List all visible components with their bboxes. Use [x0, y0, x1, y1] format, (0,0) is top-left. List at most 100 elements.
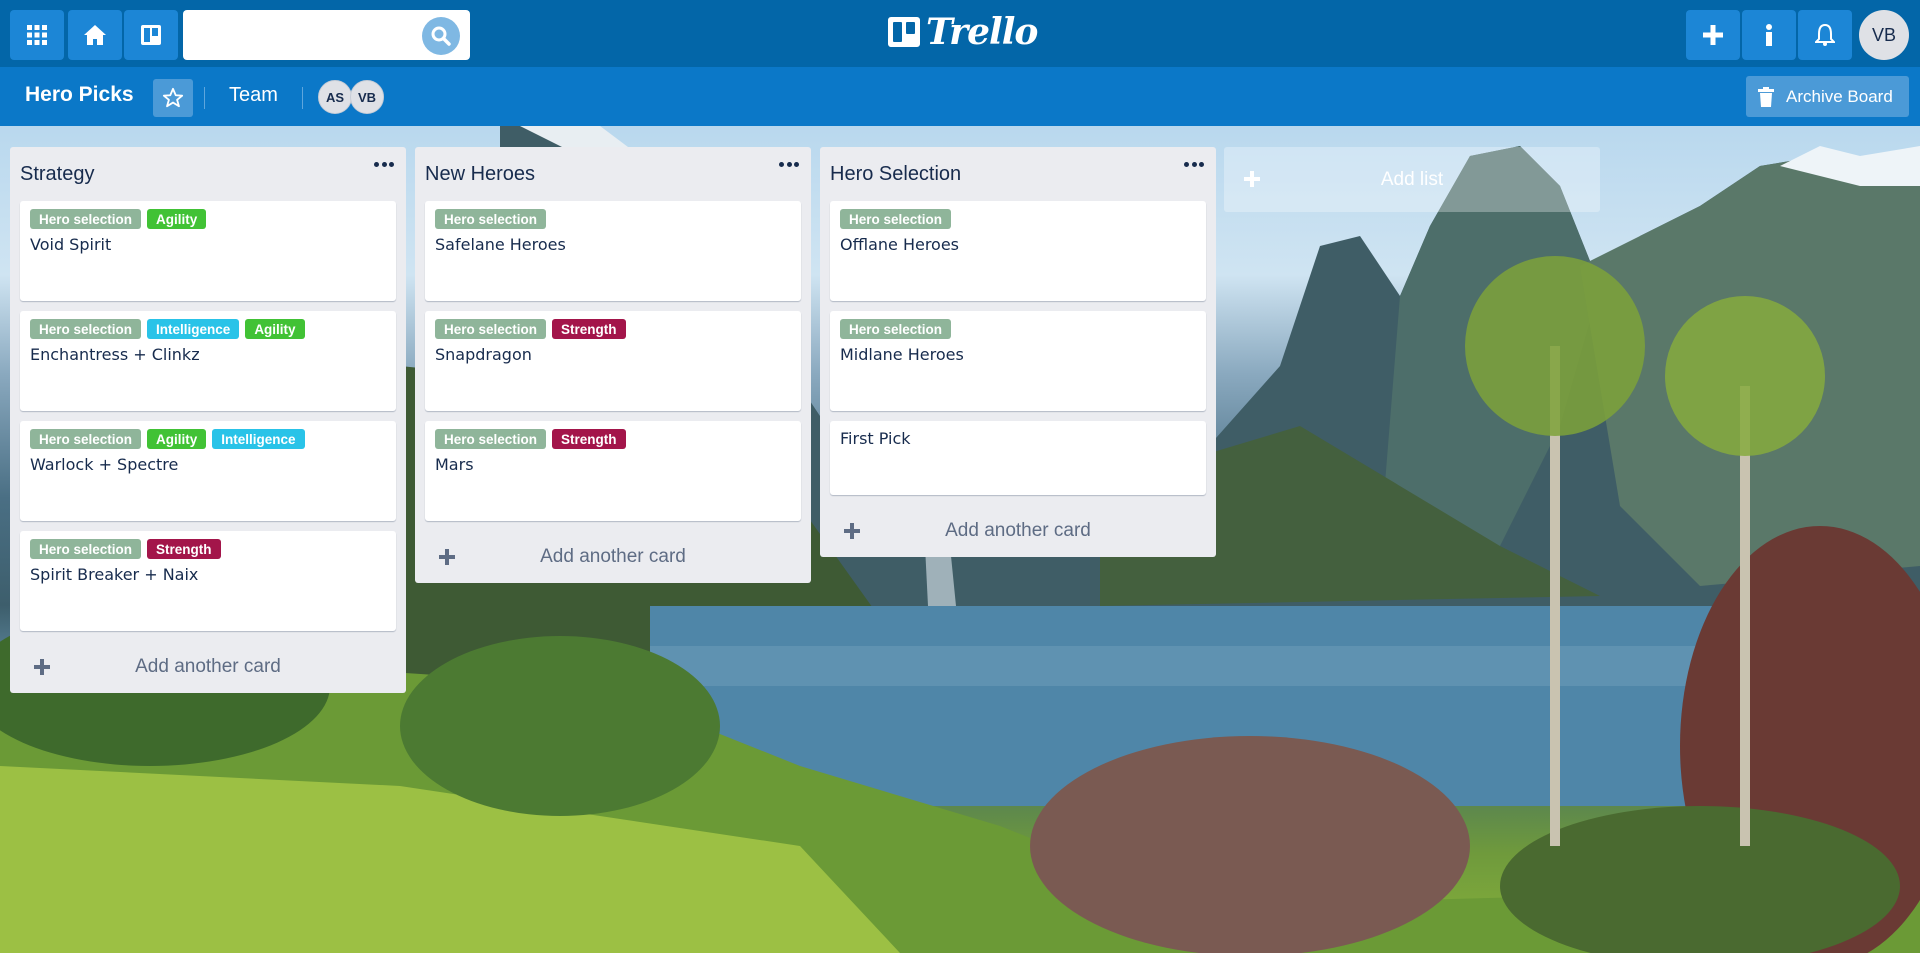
label-hero-selection: Hero selection: [840, 319, 952, 339]
card-title: Enchantress + Clinkz: [30, 345, 200, 364]
trello-logo[interactable]: Trello: [888, 11, 1038, 53]
logo-text: Trello: [926, 11, 1038, 53]
list-title[interactable]: Hero Selection: [830, 163, 961, 186]
trello-logo-icon: [888, 17, 920, 47]
board-title[interactable]: Hero Picks: [25, 83, 134, 107]
card-labels: Hero selection Strength: [435, 319, 791, 339]
card-labels: Hero selection Agility Intelligence: [30, 429, 386, 449]
more-icon[interactable]: [374, 157, 394, 171]
list-header: Strategy: [20, 147, 396, 201]
label-hero-selection: Hero selection: [30, 539, 142, 559]
label-hero-selection: Hero selection: [30, 429, 142, 449]
card[interactable]: Hero selection Strength Mars: [425, 421, 801, 521]
label-strength: Strength: [552, 429, 626, 449]
label-agility: Agility: [147, 429, 207, 449]
label-hero-selection: Hero selection: [30, 319, 142, 339]
card[interactable]: First Pick: [830, 421, 1206, 495]
add-card-label: Add another card: [945, 520, 1091, 541]
label-strength: Strength: [147, 539, 221, 559]
search-button[interactable]: [422, 17, 460, 55]
card-title: First Pick: [840, 429, 911, 448]
label-hero-selection: Hero selection: [435, 319, 547, 339]
card[interactable]: Hero selection Agility Intelligence Warl…: [20, 421, 396, 521]
card-title: Midlane Heroes: [840, 345, 964, 364]
card-title: Warlock + Spectre: [30, 455, 179, 474]
apps-button[interactable]: [10, 10, 64, 60]
card-title: Void Spirit: [30, 235, 112, 254]
card[interactable]: Hero selection Offlane Heroes: [830, 201, 1206, 301]
search-input[interactable]: [191, 18, 411, 52]
add-card-button[interactable]: Add another card: [425, 531, 801, 583]
header-divider: [302, 87, 303, 109]
list-header: New Heroes: [425, 147, 801, 201]
label-hero-selection: Hero selection: [30, 209, 142, 229]
archive-board-button[interactable]: Archive Board: [1746, 76, 1909, 117]
label-hero-selection: Hero selection: [435, 209, 547, 229]
card[interactable]: Hero selection Agility Void Spirit: [20, 201, 396, 301]
add-card-label: Add another card: [135, 656, 281, 677]
label-hero-selection: Hero selection: [435, 429, 547, 449]
card-labels: Hero selection: [840, 319, 1196, 339]
card[interactable]: Hero selection Midlane Heroes: [830, 311, 1206, 411]
boards-button[interactable]: [124, 10, 178, 60]
user-avatar[interactable]: VB: [1859, 10, 1909, 60]
top-nav-bar: Trello VB: [0, 0, 1920, 67]
label-intelligence: Intelligence: [212, 429, 305, 449]
list-strategy: Strategy Hero selection Agility Void Spi…: [10, 147, 406, 693]
card[interactable]: Hero selection Intelligence Agility Ench…: [20, 311, 396, 411]
label-agility: Agility: [245, 319, 305, 339]
plus-icon: [34, 659, 50, 675]
star-icon: [162, 87, 184, 108]
info-button[interactable]: [1742, 10, 1796, 60]
list-new-heroes: New Heroes Hero selection Safelane Heroe…: [415, 147, 811, 583]
boards-icon: [141, 25, 161, 45]
star-board-button[interactable]: [153, 79, 193, 117]
card-title: Snapdragon: [435, 345, 532, 364]
card-title: Safelane Heroes: [435, 235, 566, 254]
grid-icon: [27, 25, 47, 45]
add-card-button[interactable]: Add another card: [20, 641, 396, 693]
notifications-button[interactable]: [1798, 10, 1852, 60]
card-title: Offlane Heroes: [840, 235, 960, 254]
more-icon[interactable]: [1184, 157, 1204, 171]
list-title[interactable]: Strategy: [20, 163, 94, 186]
search-box: [183, 10, 470, 60]
add-list-button[interactable]: Add list: [1224, 147, 1600, 212]
list-header: Hero Selection: [830, 147, 1206, 201]
team-button[interactable]: Team: [229, 84, 278, 107]
label-intelligence: Intelligence: [147, 319, 240, 339]
add-card-label: Add another card: [540, 546, 686, 567]
add-card-button[interactable]: Add another card: [830, 505, 1206, 557]
plus-icon: [1703, 25, 1723, 45]
member-avatar[interactable]: AS: [318, 80, 352, 114]
label-hero-selection: Hero selection: [840, 209, 952, 229]
list-hero-selection: Hero Selection Hero selection Offlane He…: [820, 147, 1216, 557]
label-agility: Agility: [147, 209, 207, 229]
bell-icon: [1815, 24, 1835, 46]
archive-board-label: Archive Board: [1786, 86, 1893, 106]
label-strength: Strength: [552, 319, 626, 339]
plus-icon: [439, 549, 455, 565]
home-button[interactable]: [68, 10, 122, 60]
search-icon: [431, 26, 451, 46]
board-header: Hero Picks Team AS VB Archive Board: [0, 67, 1920, 126]
list-title[interactable]: New Heroes: [425, 163, 535, 186]
plus-icon: [1244, 171, 1260, 187]
card-title: Mars: [435, 455, 474, 474]
add-list-label: Add list: [1380, 168, 1444, 190]
create-button[interactable]: [1686, 10, 1740, 60]
trash-icon: [1758, 86, 1774, 107]
card[interactable]: Hero selection Safelane Heroes: [425, 201, 801, 301]
card-title: Spirit Breaker + Naix: [30, 565, 199, 584]
card-labels: Hero selection Intelligence Agility: [30, 319, 386, 339]
member-avatar[interactable]: VB: [350, 80, 384, 114]
card-labels: Hero selection Strength: [435, 429, 791, 449]
card-labels: Hero selection: [435, 209, 791, 229]
card[interactable]: Hero selection Strength Snapdragon: [425, 311, 801, 411]
info-icon: [1766, 24, 1772, 46]
more-icon[interactable]: [779, 157, 799, 171]
card[interactable]: Hero selection Strength Spirit Breaker +…: [20, 531, 396, 631]
card-labels: Hero selection: [840, 209, 1196, 229]
home-icon: [84, 25, 106, 45]
plus-icon: [844, 523, 860, 539]
